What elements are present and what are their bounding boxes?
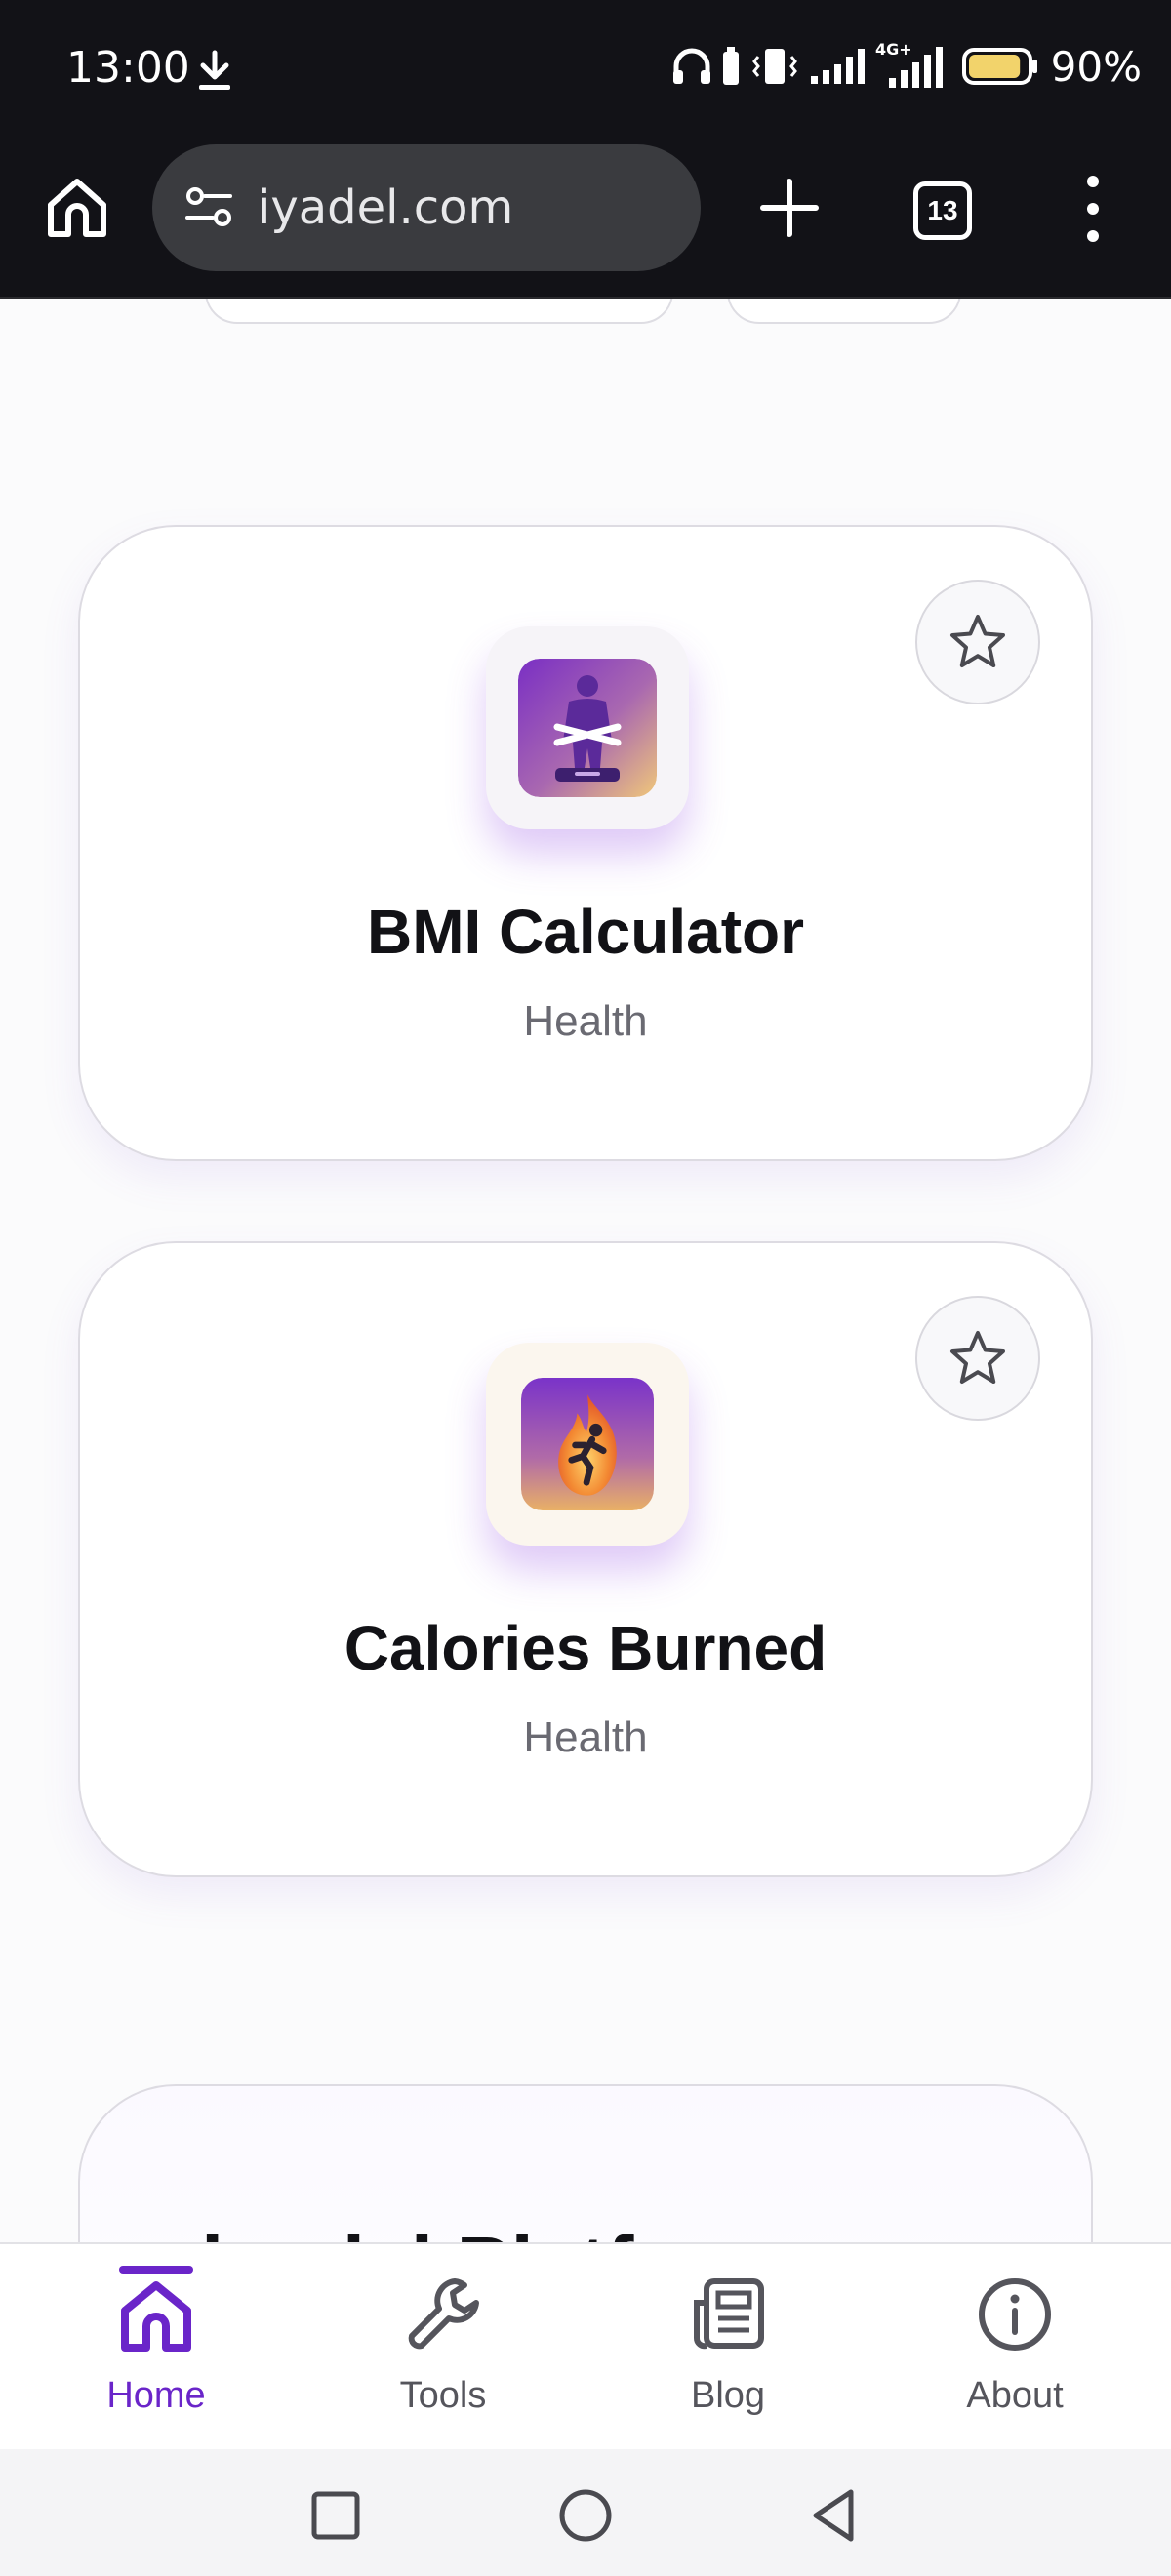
back-icon[interactable] bbox=[804, 2484, 867, 2547]
headphones-icon bbox=[672, 48, 710, 84]
bottom-nav: Home Tools Blog About bbox=[0, 2242, 1171, 2449]
tool-category: Health bbox=[523, 1713, 648, 1761]
battery-percent: 90% bbox=[1050, 42, 1142, 91]
star-icon[interactable] bbox=[947, 1327, 1009, 1389]
tool-category: Health bbox=[523, 997, 648, 1045]
bmi-scale-icon bbox=[518, 659, 657, 797]
platform-card: iyadel Platf bbox=[78, 2084, 1093, 2242]
vibrate-icon bbox=[751, 49, 797, 84]
status-bar: 13:00 4G+ 90% bbox=[0, 0, 1171, 144]
site-settings-icon[interactable] bbox=[182, 181, 236, 235]
favorite-button[interactable] bbox=[915, 580, 1040, 704]
url-text[interactable]: iyadel.com bbox=[258, 181, 513, 235]
calories-flame-runner-icon bbox=[521, 1378, 654, 1510]
page-content: BMI Calculator Health Calories Burned He… bbox=[0, 299, 1171, 2242]
home-circle-icon[interactable] bbox=[554, 2484, 617, 2547]
plus-icon[interactable] bbox=[755, 174, 824, 242]
battery-icon bbox=[961, 48, 1037, 85]
star-icon[interactable] bbox=[947, 611, 1009, 673]
status-icons: 4G+ 90% bbox=[670, 39, 1142, 94]
recent-apps-icon[interactable] bbox=[304, 2484, 367, 2547]
signal-icon bbox=[810, 49, 865, 84]
system-nav-bar bbox=[0, 2449, 1171, 2576]
wrench-icon[interactable] bbox=[400, 2272, 486, 2357]
tab-count: 13 bbox=[927, 195, 958, 225]
earbuds-battery-icon bbox=[722, 47, 739, 85]
newspaper-icon[interactable] bbox=[685, 2272, 771, 2357]
nav-label: Blog bbox=[690, 2375, 766, 2416]
home-icon[interactable] bbox=[113, 2272, 199, 2357]
status-time: 13:00 bbox=[66, 43, 190, 93]
address-bar[interactable]: iyadel.com bbox=[152, 144, 701, 271]
tool-title: Calories Burned bbox=[343, 1613, 828, 1683]
nav-label: Home bbox=[106, 2375, 206, 2416]
filter-chip[interactable] bbox=[727, 299, 961, 324]
nav-label: Tools bbox=[399, 2375, 487, 2416]
tabs-button[interactable]: 13 bbox=[913, 181, 972, 240]
network-type: 4G+ bbox=[875, 40, 912, 59]
tool-icon-frame bbox=[486, 1343, 689, 1546]
nav-label: About bbox=[966, 2375, 1064, 2416]
nav-item-about[interactable]: About bbox=[908, 2266, 1122, 2432]
browser-toolbar: iyadel.com 13 bbox=[0, 144, 1171, 299]
tool-icon-frame bbox=[486, 626, 689, 829]
favorite-button[interactable] bbox=[915, 1296, 1040, 1421]
info-icon[interactable] bbox=[972, 2272, 1058, 2357]
filter-chip[interactable] bbox=[205, 299, 673, 324]
nav-item-tools[interactable]: Tools bbox=[336, 2266, 550, 2432]
tool-card-bmi[interactable]: BMI Calculator Health bbox=[78, 525, 1093, 1161]
tool-card-calories[interactable]: Calories Burned Health bbox=[78, 1241, 1093, 1877]
platform-heading: iyadel Platf bbox=[201, 2219, 634, 2242]
active-indicator bbox=[119, 2266, 193, 2274]
more-vert-icon[interactable] bbox=[1073, 172, 1112, 246]
nav-item-home[interactable]: Home bbox=[49, 2266, 263, 2432]
nav-item-blog[interactable]: Blog bbox=[621, 2266, 835, 2432]
home-icon[interactable] bbox=[43, 174, 111, 242]
tool-title: BMI Calculator bbox=[366, 897, 805, 967]
signal-4g-icon: 4G+ bbox=[875, 40, 943, 88]
download-icon bbox=[199, 50, 230, 90]
